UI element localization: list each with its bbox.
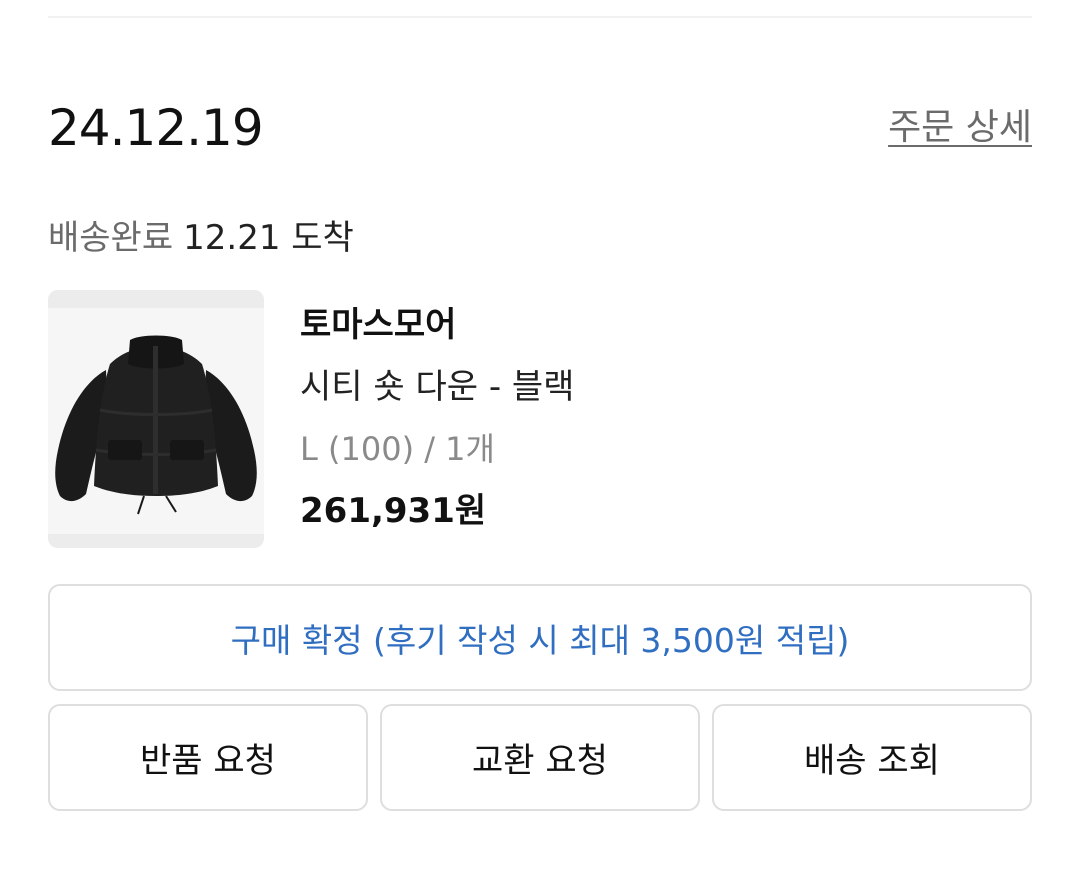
black-down-jacket-image — [48, 290, 264, 548]
action-button-row: 반품 요청 교환 요청 배송 조회 — [48, 704, 1032, 811]
top-divider — [48, 16, 1032, 18]
purchase-confirm-button[interactable]: 구매 확정 (후기 작성 시 최대 3,500원 적립) — [48, 584, 1032, 691]
return-request-button[interactable]: 반품 요청 — [48, 704, 368, 811]
product-name[interactable]: 시티 숏 다운 - 블랙 — [300, 362, 574, 412]
product-option: L (100) / 1개 — [300, 430, 495, 468]
product-image[interactable] — [48, 290, 264, 548]
product-brand[interactable]: 토마스모어 — [300, 300, 456, 350]
delivery-status-label: 배송완료 — [48, 218, 174, 258]
delivery-tracking-button[interactable]: 배송 조회 — [712, 704, 1032, 811]
order-detail-link[interactable]: 주문 상세 — [888, 104, 1032, 152]
order-header: 24.12.19 주문 상세 — [48, 95, 1032, 161]
delivery-status: 배송완료 12.21 도착 — [48, 214, 354, 262]
exchange-request-button[interactable]: 교환 요청 — [380, 704, 700, 811]
delivery-arrival-date: 12.21 도착 — [183, 218, 354, 258]
order-date: 24.12.19 — [48, 99, 264, 157]
product-price: 261,931원 — [300, 491, 487, 531]
